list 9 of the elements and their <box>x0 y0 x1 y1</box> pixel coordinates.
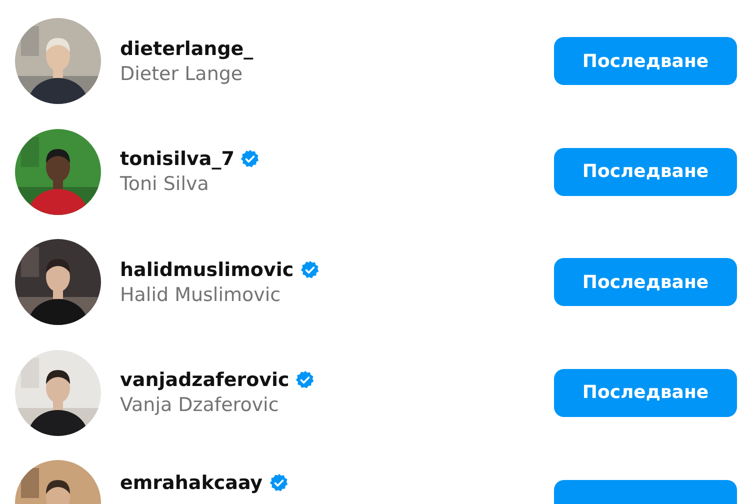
username[interactable]: dieterlange_ <box>120 38 254 60</box>
full-name: Halid Muslimovic <box>120 284 282 306</box>
full-name: Toni Silva <box>120 173 210 195</box>
username[interactable]: emrahakcaay <box>120 472 263 494</box>
username[interactable]: halidmuslimovic <box>120 258 294 280</box>
full-name: Vanja Dzaferovic <box>120 394 280 416</box>
username[interactable]: vanjadzaferovic <box>120 369 290 391</box>
username[interactable]: tonisilva_7 <box>120 148 234 170</box>
full-name: Dieter Lange <box>120 62 244 84</box>
